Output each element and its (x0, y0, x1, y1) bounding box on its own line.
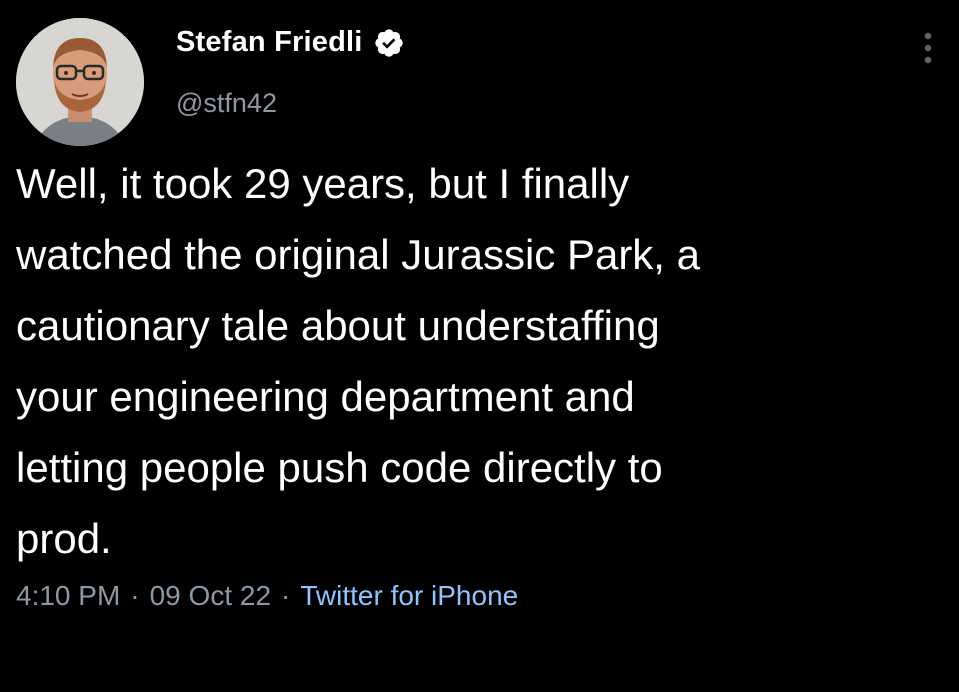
tweet-time[interactable]: 4:10 PM (16, 580, 120, 612)
tweet-body-text: Well, it took 29 years, but I finally wa… (16, 160, 700, 562)
author-name-row: Stefan Friedli (176, 26, 405, 59)
tweet-metadata: 4:10 PM · 09 Oct 22 · Twitter for iPhone (16, 580, 518, 612)
meta-separator: · (281, 580, 291, 611)
tweet-source-link[interactable]: Twitter for iPhone (300, 580, 518, 612)
tweet-date[interactable]: 09 Oct 22 (150, 580, 271, 612)
author-handle[interactable]: @stfn42 (176, 88, 277, 119)
avatar[interactable] (16, 18, 144, 146)
avatar-portrait-icon (16, 18, 144, 146)
meta-separator: · (130, 580, 140, 611)
author-display-name[interactable]: Stefan Friedli (176, 26, 363, 59)
verified-badge-icon (373, 27, 405, 59)
more-options-icon[interactable] (916, 28, 940, 68)
tweet-card: Stefan Friedli @stfn42 Well, it took 29 … (0, 0, 959, 692)
